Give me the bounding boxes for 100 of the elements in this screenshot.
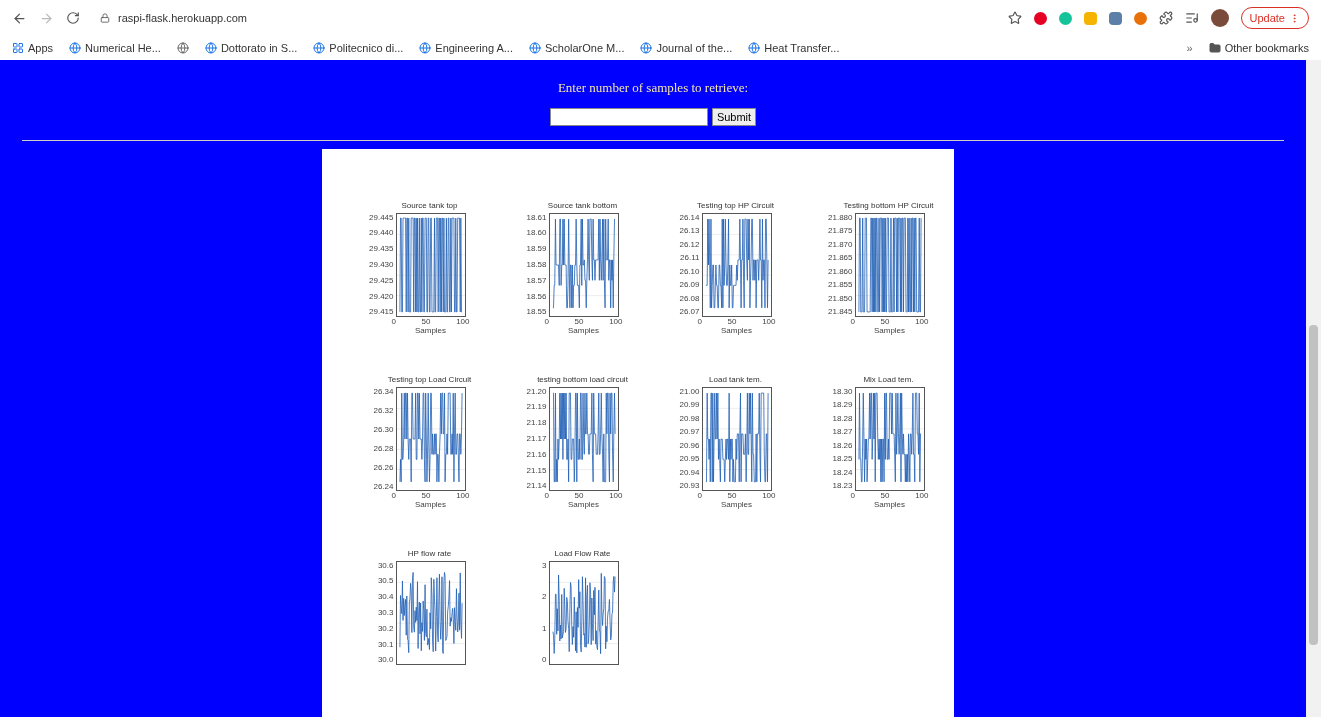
y-tick-label: 18.56 — [526, 291, 547, 301]
avatar-icon[interactable] — [1210, 9, 1229, 27]
y-tick-label: 30.5 — [377, 576, 394, 586]
x-tick-label: 100 — [456, 490, 470, 500]
bookmark-item[interactable]: Apps — [12, 39, 54, 57]
x-tick-label: 100 — [762, 316, 776, 326]
media-icon[interactable] — [1184, 11, 1199, 25]
y-tick-label: 30.3 — [377, 608, 394, 617]
y-tick-label: 29.420 — [369, 291, 394, 301]
x-axis-label: Samples — [414, 325, 447, 335]
y-tick-label: 21.19 — [526, 402, 547, 412]
x-tick-label: 50 — [727, 316, 737, 326]
y-tick-label: 18.30 — [832, 386, 853, 396]
y-tick-label: 20.93 — [679, 481, 700, 491]
y-tick-label: 26.07 — [679, 307, 700, 317]
y-tick-label: 21.18 — [526, 418, 547, 428]
y-tick-label: 18.57 — [526, 275, 547, 285]
bookmark-star-icon[interactable] — [1007, 11, 1022, 25]
y-tick-label: 30.4 — [377, 592, 394, 602]
reload-icon[interactable] — [66, 11, 80, 25]
y-tick-label: 21.17 — [526, 434, 547, 443]
globe-icon — [640, 42, 653, 54]
y-tick-label: 18.23 — [832, 481, 853, 491]
y-tick-label: 21.14 — [526, 481, 547, 491]
x-tick-label: 0 — [391, 490, 396, 500]
y-tick-label: 26.32 — [373, 405, 394, 415]
y-tick-label: 29.415 — [369, 307, 394, 317]
x-tick-label: 0 — [850, 490, 855, 500]
y-tick-label: 29.445 — [369, 212, 394, 222]
lock-icon — [100, 13, 110, 23]
y-tick-label: 21.20 — [526, 386, 547, 396]
x-axis-label: Samples — [873, 325, 906, 335]
x-tick-label: 0 — [697, 316, 702, 326]
x-tick-label: 50 — [727, 490, 737, 500]
scrollbar-thumb[interactable] — [1309, 325, 1318, 645]
x-tick-label: 50 — [421, 316, 431, 326]
y-tick-label: 20.98 — [679, 413, 700, 423]
x-tick-label: 100 — [762, 490, 776, 500]
y-tick-label: 21.880 — [828, 212, 853, 222]
plot-title: Testing top Load Circuit — [387, 374, 472, 385]
y-tick-label: 1 — [542, 623, 547, 633]
plot-title: Load Flow Rate — [554, 548, 611, 559]
extensions-icon[interactable] — [1158, 11, 1173, 25]
y-tick-label: 18.61 — [526, 212, 547, 222]
x-tick-label: 50 — [574, 490, 584, 500]
y-tick-label: 30.6 — [377, 560, 394, 570]
y-tick-label: 3 — [542, 560, 547, 570]
y-tick-label: 26.14 — [679, 212, 700, 222]
folder-icon — [1208, 42, 1221, 54]
scrollbar[interactable] — [1306, 60, 1321, 717]
y-tick-label: 29.440 — [369, 228, 394, 238]
bookmark-item[interactable]: Journal of the... — [640, 39, 733, 57]
y-tick-label: 21.00 — [679, 386, 700, 396]
bookmark-item[interactable]: Engineering A... — [419, 39, 513, 57]
y-tick-label: 18.29 — [832, 400, 853, 410]
x-tick-label: 100 — [609, 490, 623, 500]
y-tick-label: 26.10 — [679, 266, 700, 276]
y-tick-label: 26.09 — [679, 280, 700, 290]
globe-icon — [528, 42, 541, 54]
samples-field[interactable] — [549, 107, 708, 126]
globe-icon — [748, 42, 761, 54]
y-tick-label: 29.430 — [369, 260, 394, 269]
bookmark-item[interactable]: Numerical He... — [69, 39, 161, 57]
plot-title: Testing top HP Circuit — [697, 200, 774, 211]
x-tick-label: 100 — [915, 490, 929, 500]
bookmark-item[interactable]: Dottorato in S... — [204, 39, 298, 57]
extension-icon[interactable] — [1033, 11, 1047, 25]
y-tick-label: 30.1 — [377, 639, 394, 649]
x-tick-label: 50 — [574, 316, 584, 326]
y-tick-label: 26.24 — [373, 481, 394, 491]
y-tick-label: 18.25 — [832, 454, 853, 464]
x-axis-label: Samples — [567, 499, 600, 509]
y-tick-label: 18.28 — [832, 413, 853, 423]
y-tick-label: 18.27 — [832, 427, 853, 437]
x-tick-label: 100 — [915, 316, 929, 326]
address-bar[interactable]: raspi-flask.herokuapp.com — [92, 5, 996, 31]
bookmark-icon[interactable] — [176, 42, 189, 54]
bookmark-item[interactable]: ScholarOne M... — [528, 39, 625, 57]
y-tick-label: 18.24 — [832, 467, 853, 477]
x-axis-label: Samples — [414, 499, 447, 509]
bookmark-item[interactable]: Politecnico di... — [313, 39, 404, 57]
bookmark-item[interactable]: Heat Transfer... — [748, 39, 840, 57]
other-bookmarks-button[interactable]: Other bookmarks — [1208, 39, 1309, 57]
y-tick-label: 21.875 — [828, 226, 853, 236]
x-axis-label: Samples — [720, 325, 753, 335]
y-tick-label: 18.59 — [526, 244, 547, 254]
x-axis-label: Samples — [567, 325, 600, 335]
submit-button[interactable]: Submit — [711, 107, 757, 126]
y-tick-label: 26.12 — [679, 239, 700, 249]
more-bookmarks-button[interactable]: » — [1186, 39, 1193, 57]
globe-icon — [204, 42, 217, 54]
y-tick-label: 26.11 — [680, 253, 700, 263]
y-tick-label: 21.870 — [828, 239, 853, 249]
extension-icon[interactable] — [1133, 11, 1147, 25]
y-tick-label: 18.55 — [526, 307, 547, 317]
back-icon[interactable] — [12, 10, 27, 26]
prompt-text: Enter number of samples to retrieve: — [557, 79, 749, 97]
extension-icon[interactable] — [1108, 11, 1122, 25]
plot-title: Mix Load tem. — [863, 374, 914, 385]
x-tick-label: 0 — [697, 490, 702, 500]
